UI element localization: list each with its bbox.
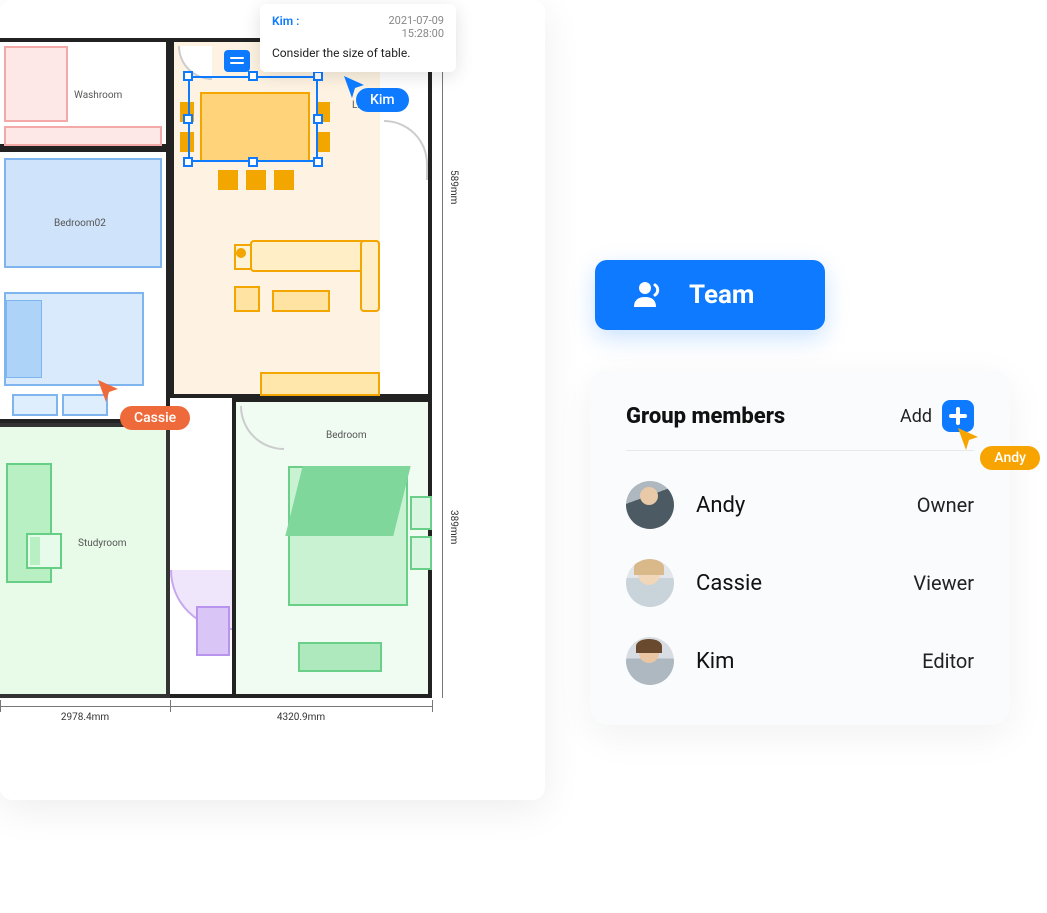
avatar: [626, 637, 674, 685]
member-name: Cassie: [696, 571, 913, 596]
selection-handle[interactable]: [248, 157, 258, 167]
comment-indicator-icon[interactable]: [224, 50, 250, 72]
dimension-label: 2978.4mm: [0, 712, 170, 723]
comment-message: Consider the size of table.: [272, 46, 444, 60]
room-bedroom[interactable]: [232, 398, 432, 698]
selection-handle[interactable]: [183, 114, 193, 124]
dimension-label: 4320.9mm: [170, 712, 432, 723]
wall-segment: [196, 606, 230, 656]
cursor-cassie: [96, 378, 122, 404]
dimension-label: 389mm: [448, 510, 459, 544]
comment-datetime: 2021-07-0915:28:00: [388, 14, 444, 40]
member-name: Kim: [696, 649, 922, 674]
team-button-label: Team: [689, 280, 754, 310]
cursor-icon: [956, 426, 982, 452]
member-role: Viewer: [913, 571, 974, 595]
member-row[interactable]: Cassie Viewer: [626, 559, 974, 607]
room-label-studyroom: Studyroom: [78, 538, 127, 549]
comment-author: Kim :: [272, 14, 299, 40]
selection-handle[interactable]: [313, 157, 323, 167]
member-role: Owner: [917, 493, 974, 517]
selection-handle[interactable]: [183, 157, 193, 167]
floor-plan-canvas[interactable]: Washroom Bedroom02 Studyroom: [0, 0, 545, 800]
group-members-card: Group members Add Andy Owner Cassie View…: [590, 370, 1010, 725]
user-badge-andy: Andy: [980, 446, 1040, 470]
avatar: [626, 559, 674, 607]
floor-plan-card: Washroom Bedroom02 Studyroom: [0, 0, 545, 800]
member-row[interactable]: Kim Editor: [626, 637, 974, 685]
room-studyroom[interactable]: [0, 423, 170, 698]
room-label-washroom: Washroom: [74, 90, 122, 101]
user-badge-cassie: Cassie: [120, 406, 190, 430]
selection-handle[interactable]: [183, 71, 193, 81]
cursor-icon: [96, 378, 122, 404]
team-icon: [631, 277, 667, 313]
user-badge-kim: Kim: [356, 88, 409, 112]
group-members-title: Group members: [626, 404, 785, 429]
add-member-label: Add: [900, 406, 932, 427]
selection-handle[interactable]: [313, 114, 323, 124]
selection-rect[interactable]: [188, 76, 318, 162]
cursor-andy: [956, 426, 982, 452]
member-row[interactable]: Andy Owner: [626, 481, 974, 529]
room-label-bedroom02: Bedroom02: [54, 218, 106, 229]
avatar: [626, 481, 674, 529]
room-label-bedroom: Bedroom: [326, 430, 367, 441]
team-button[interactable]: Team: [595, 260, 825, 330]
selection-handle[interactable]: [313, 71, 323, 81]
dimension-label: 589mm: [448, 170, 459, 204]
selection-handle[interactable]: [248, 71, 258, 81]
comment-popover[interactable]: Kim : 2021-07-0915:28:00 Consider the si…: [260, 4, 456, 72]
member-role: Editor: [922, 649, 974, 673]
member-name: Andy: [696, 493, 917, 518]
room-bedroom02[interactable]: [0, 148, 170, 423]
